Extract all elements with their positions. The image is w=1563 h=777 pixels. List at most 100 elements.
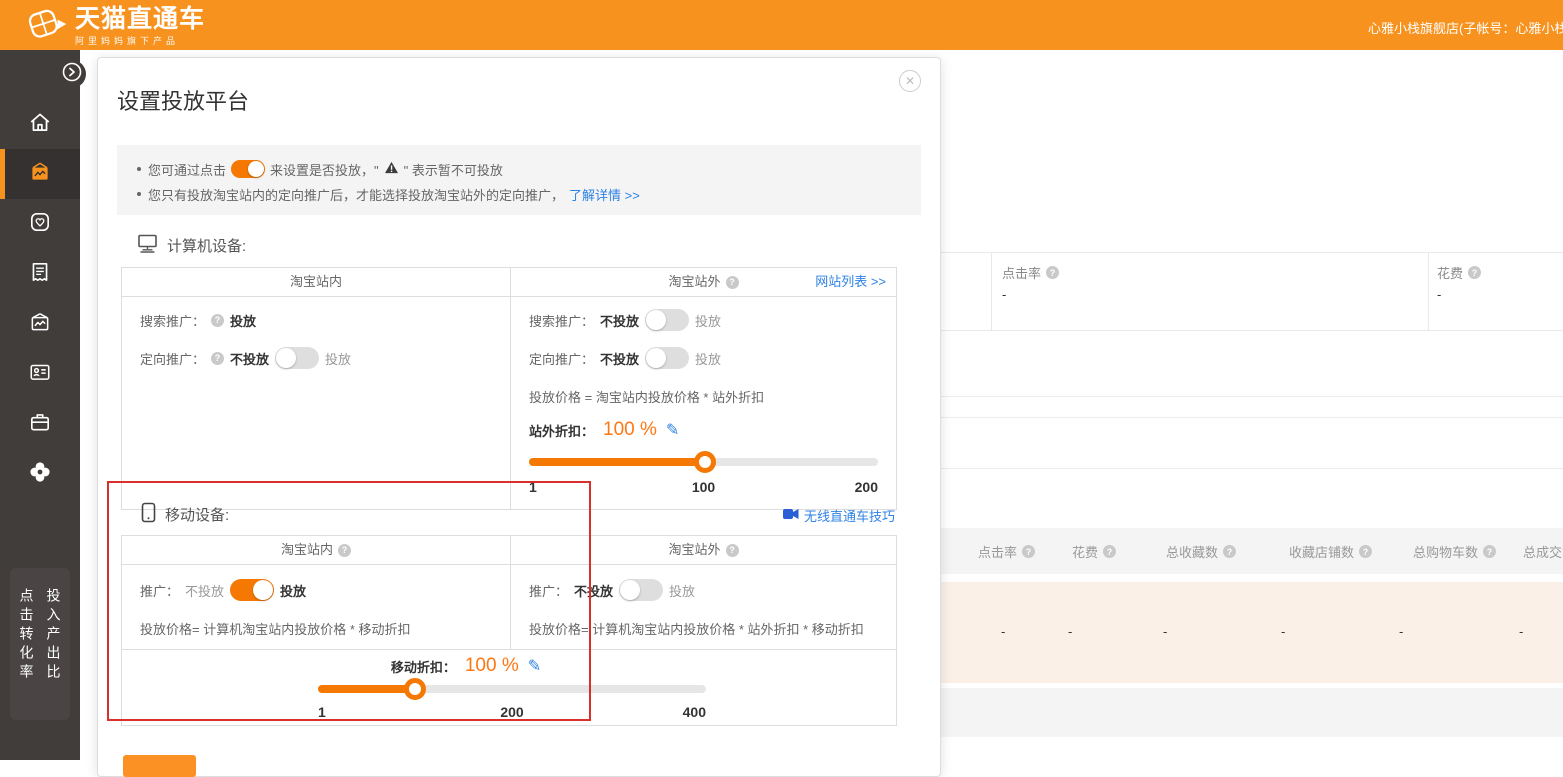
computer-platform-table: 淘宝站内 淘宝站外 ? 网站列表 >> 搜索推广： ? 投放 定向推广： ? 不… [121,267,897,510]
save-button[interactable] [123,755,196,777]
mobile-discount-row: 移动折扣： 100 % ✎ [272,653,660,679]
stat-value: - [1281,624,1285,639]
question-icon[interactable]: ? [211,352,224,365]
stat-value: - [1163,624,1167,639]
outside-price-formula: 投放价格 = 淘宝站内投放价格 * 站外折扣 [529,387,878,405]
home-icon [28,110,52,139]
question-icon[interactable]: ? [1468,266,1481,279]
account-name[interactable]: 心雅小栈旗舰店(子帐号：心雅小栈 [1368,18,1563,37]
sidebar-item-toolbox[interactable] [0,399,80,449]
stats-table-footer [941,688,1563,737]
tip1-text-mid: 来设置是否投放，" [270,160,379,179]
edit-pencil-icon[interactable]: ✎ [666,420,679,440]
mobile-outside-promo-toggle[interactable] [619,579,663,601]
computer-outside-search-toggle[interactable] [645,309,689,331]
video-camera-icon [783,508,799,523]
toggle-example-icon [231,160,265,178]
stat-col-ctr: 点击率? [978,542,1035,561]
metric-roi: 投入产出比 [44,588,64,720]
mobile-outside-price-formula: 投放价格= 计算机淘宝站内投放价格 * 站外折扣 * 移动折扣 [529,619,878,637]
outside-discount-slider[interactable] [529,457,878,467]
mobile-inside-promo-toggle[interactable] [230,579,274,601]
dialog-title: 设置投放平台 [117,84,249,116]
site-list-link[interactable]: 网站列表 >> [815,268,886,296]
tip-line-2: 您只有投放淘宝站内的定向推广后，才能选择投放淘宝站外的定向推广， 了解详情 >> [135,185,903,203]
computer-inside-search-row: 搜索推广： ? 投放 [140,309,492,331]
sidebar-item-customer-card[interactable] [0,349,80,399]
chevron-right-icon [60,60,84,89]
briefcase-icon [28,410,52,439]
slider-handle[interactable] [694,451,716,473]
sidebar-item-favorites[interactable] [0,199,80,249]
bg-ctr-header: 点击率 ? [1002,263,1059,282]
monitor-icon [137,233,158,257]
question-icon[interactable]: ? [1022,545,1035,558]
train-logo-icon [26,3,68,50]
stat-value: - [1519,624,1523,639]
phone-icon [141,502,156,527]
top-bar: 天猫直通车 阿里妈妈旗下产品 心雅小栈旗舰店(子帐号：心雅小栈 [0,0,1563,50]
mobile-section-heading: 移动设备: [141,503,229,525]
question-icon[interactable]: ? [1483,545,1496,558]
sidebar-expand-button[interactable] [58,60,86,88]
bg-ctr-value: - [1002,287,1006,302]
id-card-icon [28,360,52,389]
question-icon[interactable]: ? [1046,266,1059,279]
computer-outside-target-toggle[interactable] [645,347,689,369]
sidebar-item-lens[interactable] [0,449,80,499]
sidebar-item-creatives[interactable] [0,299,80,349]
stat-value: - [1068,624,1072,639]
tip1-text-end: " 表示暂不可投放 [404,160,503,179]
campaign-banner-icon [28,160,52,189]
app-logo: 天猫直通车 阿里妈妈旗下产品 [26,3,205,50]
close-icon[interactable]: ✕ [899,70,921,92]
wireless-tips-link[interactable]: 无线直通车技巧 [783,506,895,525]
question-icon[interactable]: ? [726,544,739,557]
stat-col-carts: 总购物车数? [1413,542,1496,561]
bg-cost-header: 花费 ? [1437,263,1481,282]
stats-table-header: 点击率? 花费? 总收藏数? 收藏店铺数? 总购物车数? 总成交笔? [941,528,1563,574]
mobile-inside-header: 淘宝站内 ? [122,536,511,564]
sidebar-item-home[interactable] [0,99,80,149]
computer-outside-header: 淘宝站外 ? 网站列表 >> [511,268,896,296]
learn-more-link[interactable]: 了解详情 >> [569,185,640,204]
background-top-row: 点击率 ? - 花费 ? - [941,252,1563,331]
stat-col-cost: 花费? [1072,542,1116,561]
picture-frame-icon [28,310,52,339]
metric-click-conversion: 点击转化率 [17,588,37,720]
lens-clover-icon [28,460,52,489]
app-title: 天猫直通车 [75,6,205,33]
tip1-text-pre: 您可通过点击 [148,160,226,179]
question-icon[interactable]: ? [338,544,351,557]
question-icon[interactable]: ? [211,314,224,327]
question-icon[interactable]: ? [1223,545,1236,558]
computer-outside-search-row: 搜索推广： 不投放 投放 [529,309,878,331]
edit-pencil-icon[interactable]: ✎ [528,656,541,676]
tips-box: 您可通过点击 来设置是否投放，" " 表示暂不可投放 您只有投放淘宝站内的定向推… [117,145,921,215]
question-icon[interactable]: ? [726,276,739,289]
sidebar-metric-panel[interactable]: 点击转化率 投入产出比 [10,568,70,720]
sidebar-item-reports[interactable] [0,249,80,299]
stats-table-row[interactable]: - - - - - - [941,582,1563,683]
mobile-discount-slider[interactable] [318,684,706,694]
outside-slider-labels: 1 100 200 [529,479,878,497]
computer-inside-target-row: 定向推广： ? 不投放 投放 [140,347,492,369]
stat-value: - [1399,624,1403,639]
question-icon[interactable]: ? [1103,545,1116,558]
bg-cost-value: - [1437,287,1441,302]
tip2-text: 您只有投放淘宝站内的定向推广后，才能选择投放淘宝站外的定向推广， [148,185,564,204]
background-page: 点击率 ? - 花费 ? - 点击率? 花费? 总收藏数? 收藏店铺数? 总购物… [941,50,1563,760]
question-icon[interactable]: ? [1359,545,1372,558]
stat-col-favorites: 总收藏数? [1166,542,1236,561]
heart-badge-icon [28,210,52,239]
sidebar-item-campaign-active[interactable] [0,149,80,199]
platform-settings-dialog: ✕ 设置投放平台 您可通过点击 来设置是否投放，" " 表示暂不可投放 您只有投… [97,57,941,777]
mobile-slider-labels: 1 200 400 [318,704,706,722]
stat-col-orders: 总成交笔? [1523,542,1563,561]
computer-inside-target-toggle[interactable] [275,347,319,369]
warning-triangle-icon [384,161,399,177]
sidebar: 点击转化率 投入产出比 [0,50,80,760]
computer-outside-target-row: 定向推广： 不投放 投放 [529,347,878,369]
outside-discount-value: 100 % [603,419,657,441]
slider-handle[interactable] [404,678,426,700]
